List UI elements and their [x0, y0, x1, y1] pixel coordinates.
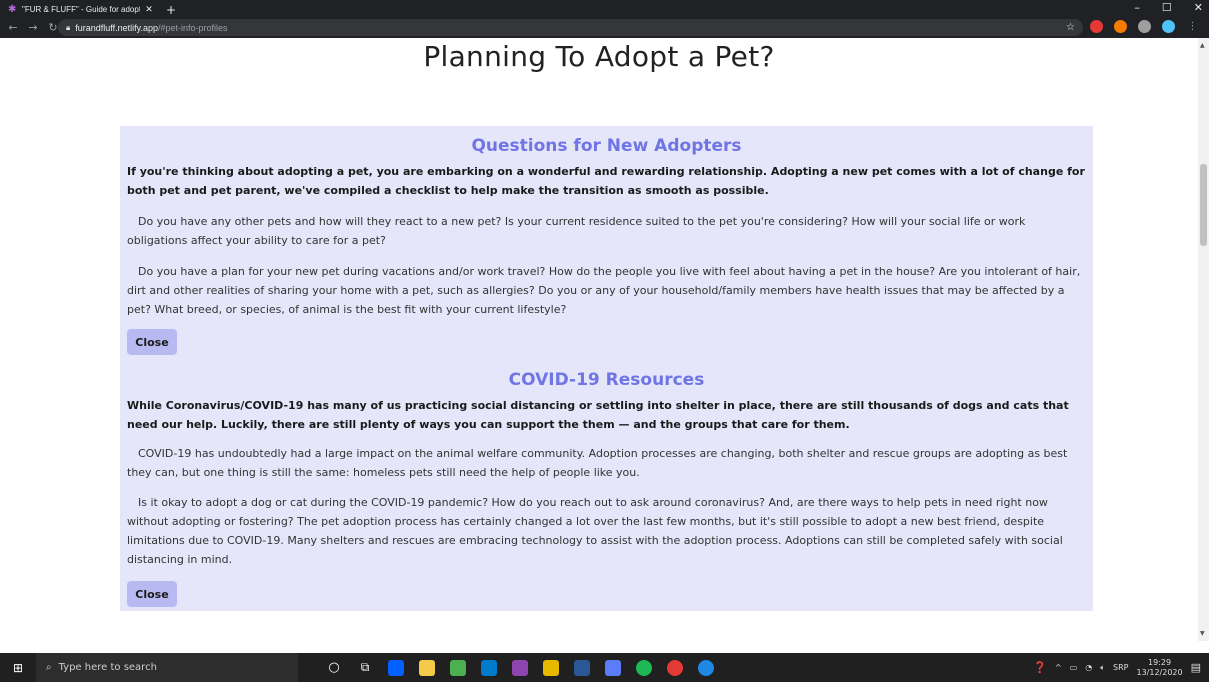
lock-icon: 🔒︎ — [66, 22, 71, 32]
clock[interactable]: 19:29 13/12/2020 — [1136, 658, 1182, 678]
scrollbar-thumb[interactable] — [1200, 164, 1207, 246]
notification-icon[interactable]: ▤ — [1191, 661, 1201, 674]
section-heading-covid: COVID-19 Resources — [508, 370, 705, 390]
page-scrollbar[interactable]: ▲ ▼ — [1198, 38, 1209, 641]
folder-app-icon[interactable] — [543, 659, 559, 676]
wifi-icon[interactable]: ◔ — [1085, 663, 1092, 672]
address-bar[interactable]: 🔒︎ furandfluff.netlify.app /#pet-info-pr… — [58, 19, 1083, 36]
chrome-icon[interactable] — [667, 659, 683, 676]
word-icon[interactable] — [574, 659, 590, 676]
maximize-button[interactable]: ☐ — [1162, 1, 1172, 14]
window-controls: – ☐ ✕ — [1134, 1, 1203, 14]
notes-app-icon[interactable] — [605, 659, 621, 676]
back-arrow-icon[interactable]: ← — [6, 21, 20, 34]
spotify-icon[interactable] — [636, 659, 652, 676]
menu-dots-icon[interactable]: ⋮ — [1186, 20, 1199, 33]
browser-chrome: ✱ "FUR & FLUFF" - Guide for adopt ✕ + – … — [0, 0, 1209, 38]
page-viewport: Planning To Adopt a Pet? Questions for N… — [0, 38, 1198, 641]
chevron-up-icon[interactable]: ^ — [1055, 663, 1062, 672]
app-icon[interactable] — [450, 659, 466, 676]
close-button[interactable]: Close — [127, 581, 177, 607]
file-explorer-icon[interactable] — [419, 659, 435, 676]
taskbar-search-box[interactable]: ⌕ Type here to search — [36, 653, 298, 682]
tab-close-icon[interactable]: ✕ — [144, 5, 154, 15]
clock-time: 19:29 — [1148, 657, 1172, 667]
taskbar-apps: ○ ⧉ — [326, 659, 714, 676]
bookmark-star-icon[interactable]: ☆ — [1066, 22, 1075, 33]
browser-tab[interactable]: ✱ "FUR & FLUFF" - Guide for adopt ✕ + — [8, 2, 188, 17]
section-paragraph: Is it okay to adopt a dog or cat during … — [127, 496, 1063, 566]
section-intro: If you're thinking about adopting a pet,… — [127, 165, 1085, 197]
help-icon[interactable]: ❓ — [1033, 661, 1047, 674]
windows-taskbar: ⊞ ⌕ Type here to search ○ ⧉ ❓ ^ ▭ ◔ 🔈︎ S… — [0, 653, 1209, 682]
task-view-icon[interactable]: ⧉ — [357, 660, 373, 676]
url-host: furandfluff.netlify.app — [75, 22, 158, 33]
close-button[interactable]: Close — [127, 329, 177, 355]
scroll-down-icon[interactable]: ▼ — [1200, 630, 1205, 637]
profile-avatar-icon[interactable] — [1162, 20, 1175, 33]
section-paragraph: Do you have a plan for your new pet duri… — [127, 265, 1081, 316]
rss-extension-icon[interactable] — [1114, 20, 1127, 33]
language-indicator[interactable]: SRP — [1113, 663, 1128, 672]
page-title: Planning To Adopt a Pet? — [423, 40, 775, 73]
forward-arrow-icon[interactable]: → — [26, 21, 40, 34]
scroll-up-icon[interactable]: ▲ — [1200, 42, 1205, 49]
cortana-icon[interactable]: ○ — [326, 660, 342, 676]
new-tab-button[interactable]: + — [166, 3, 176, 17]
minimize-button[interactable]: – — [1134, 1, 1140, 14]
tab-title: "FUR & FLUFF" - Guide for adopt — [22, 5, 140, 14]
browser-toolbar: ← → ↻ 🔒︎ furandfluff.netlify.app /#pet-i… — [0, 17, 1209, 38]
adblock-extension-icon[interactable] — [1090, 20, 1103, 33]
section-paragraph: Do you have any other pets and how will … — [127, 215, 1026, 247]
puzzle-extension-icon[interactable] — [1138, 20, 1151, 33]
windows-start-icon[interactable]: ⊞ — [0, 661, 36, 675]
tab-strip: ✱ "FUR & FLUFF" - Guide for adopt ✕ + – … — [0, 0, 1209, 17]
dropbox-icon[interactable] — [388, 659, 404, 676]
section-intro: While Coronavirus/COVID-19 has many of u… — [127, 399, 1069, 431]
section-paragraph: COVID-19 has undoubtedly had a large imp… — [127, 447, 1068, 479]
close-window-button[interactable]: ✕ — [1194, 1, 1203, 14]
chrome-active-icon[interactable] — [698, 659, 714, 676]
volume-icon[interactable]: 🔈︎ — [1100, 663, 1105, 673]
url-path: /#pet-info-profiles — [158, 22, 228, 33]
battery-icon[interactable]: ▭ — [1070, 663, 1078, 672]
vscode-icon[interactable] — [481, 659, 497, 676]
taskbar-search-placeholder: Type here to search — [58, 662, 157, 673]
visual-studio-icon[interactable] — [512, 659, 528, 676]
extension-icons: ⋮ — [1090, 20, 1199, 33]
section-heading-new-adopters: Questions for New Adopters — [471, 136, 742, 156]
system-tray: ❓ ^ ▭ ◔ 🔈︎ SRP 19:29 13/12/2020 ▤ — [1033, 653, 1209, 682]
search-icon: ⌕ — [46, 662, 52, 673]
clock-date: 13/12/2020 — [1136, 667, 1183, 677]
paw-favicon-icon: ✱ — [8, 3, 17, 15]
info-panel: Questions for New Adopters If you're thi… — [120, 126, 1093, 611]
